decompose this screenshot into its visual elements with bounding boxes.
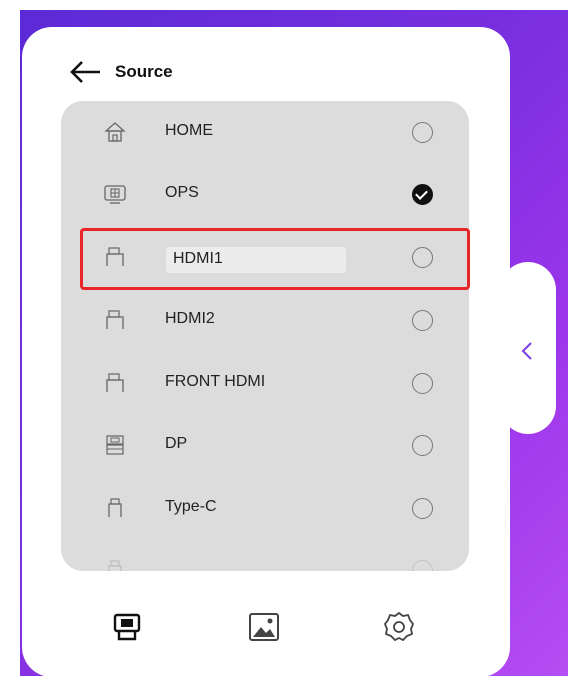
highlight-box — [80, 228, 470, 290]
source-label-highlighted: HDMI1 — [173, 250, 223, 267]
radio-button[interactable] — [412, 310, 433, 331]
bottom-nav — [22, 590, 510, 670]
source-item-more[interactable] — [61, 539, 469, 571]
radio-button[interactable] — [412, 560, 433, 571]
radio-button[interactable] — [412, 122, 433, 143]
source-label: HOME — [165, 122, 213, 139]
source-label: DP — [165, 435, 188, 452]
page-title: Source — [115, 62, 173, 81]
screen-margin — [0, 0, 568, 10]
port-icon — [104, 559, 126, 571]
source-item-hdmi2[interactable]: HDMI2 — [61, 289, 469, 351]
usb-c-icon — [104, 497, 126, 519]
source-item-ops[interactable]: OPS — [61, 163, 469, 225]
source-item-type-c[interactable]: Type-C — [61, 477, 469, 539]
source-list: HOME OPS HDMI1 HDMI2 FRONT HDMI DP — [61, 101, 469, 571]
source-label: HDMI2 — [165, 310, 215, 327]
arrow-left-icon[interactable] — [68, 57, 102, 87]
ops-icon — [104, 183, 126, 205]
source-label: FRONT HDMI — [165, 373, 266, 390]
source-input-icon[interactable] — [110, 610, 144, 644]
radio-button-checked[interactable] — [412, 184, 433, 205]
radio-button[interactable] — [412, 373, 433, 394]
chevron-left-icon[interactable] — [517, 337, 539, 365]
source-item-home[interactable]: HOME — [61, 101, 469, 163]
screen-margin — [0, 0, 20, 683]
radio-button[interactable] — [412, 498, 433, 519]
displayport-icon — [104, 434, 126, 456]
gear-icon[interactable] — [382, 610, 416, 644]
source-label: OPS — [165, 184, 199, 201]
source-item-front-hdmi[interactable]: FRONT HDMI — [61, 352, 469, 414]
image-icon[interactable] — [247, 610, 281, 644]
hdmi-port-icon — [104, 309, 126, 331]
home-icon — [104, 121, 126, 143]
source-item-dp[interactable]: DP — [61, 414, 469, 476]
radio-button[interactable] — [412, 435, 433, 456]
hdmi-port-icon — [104, 372, 126, 394]
source-label: Type-C — [165, 498, 217, 515]
